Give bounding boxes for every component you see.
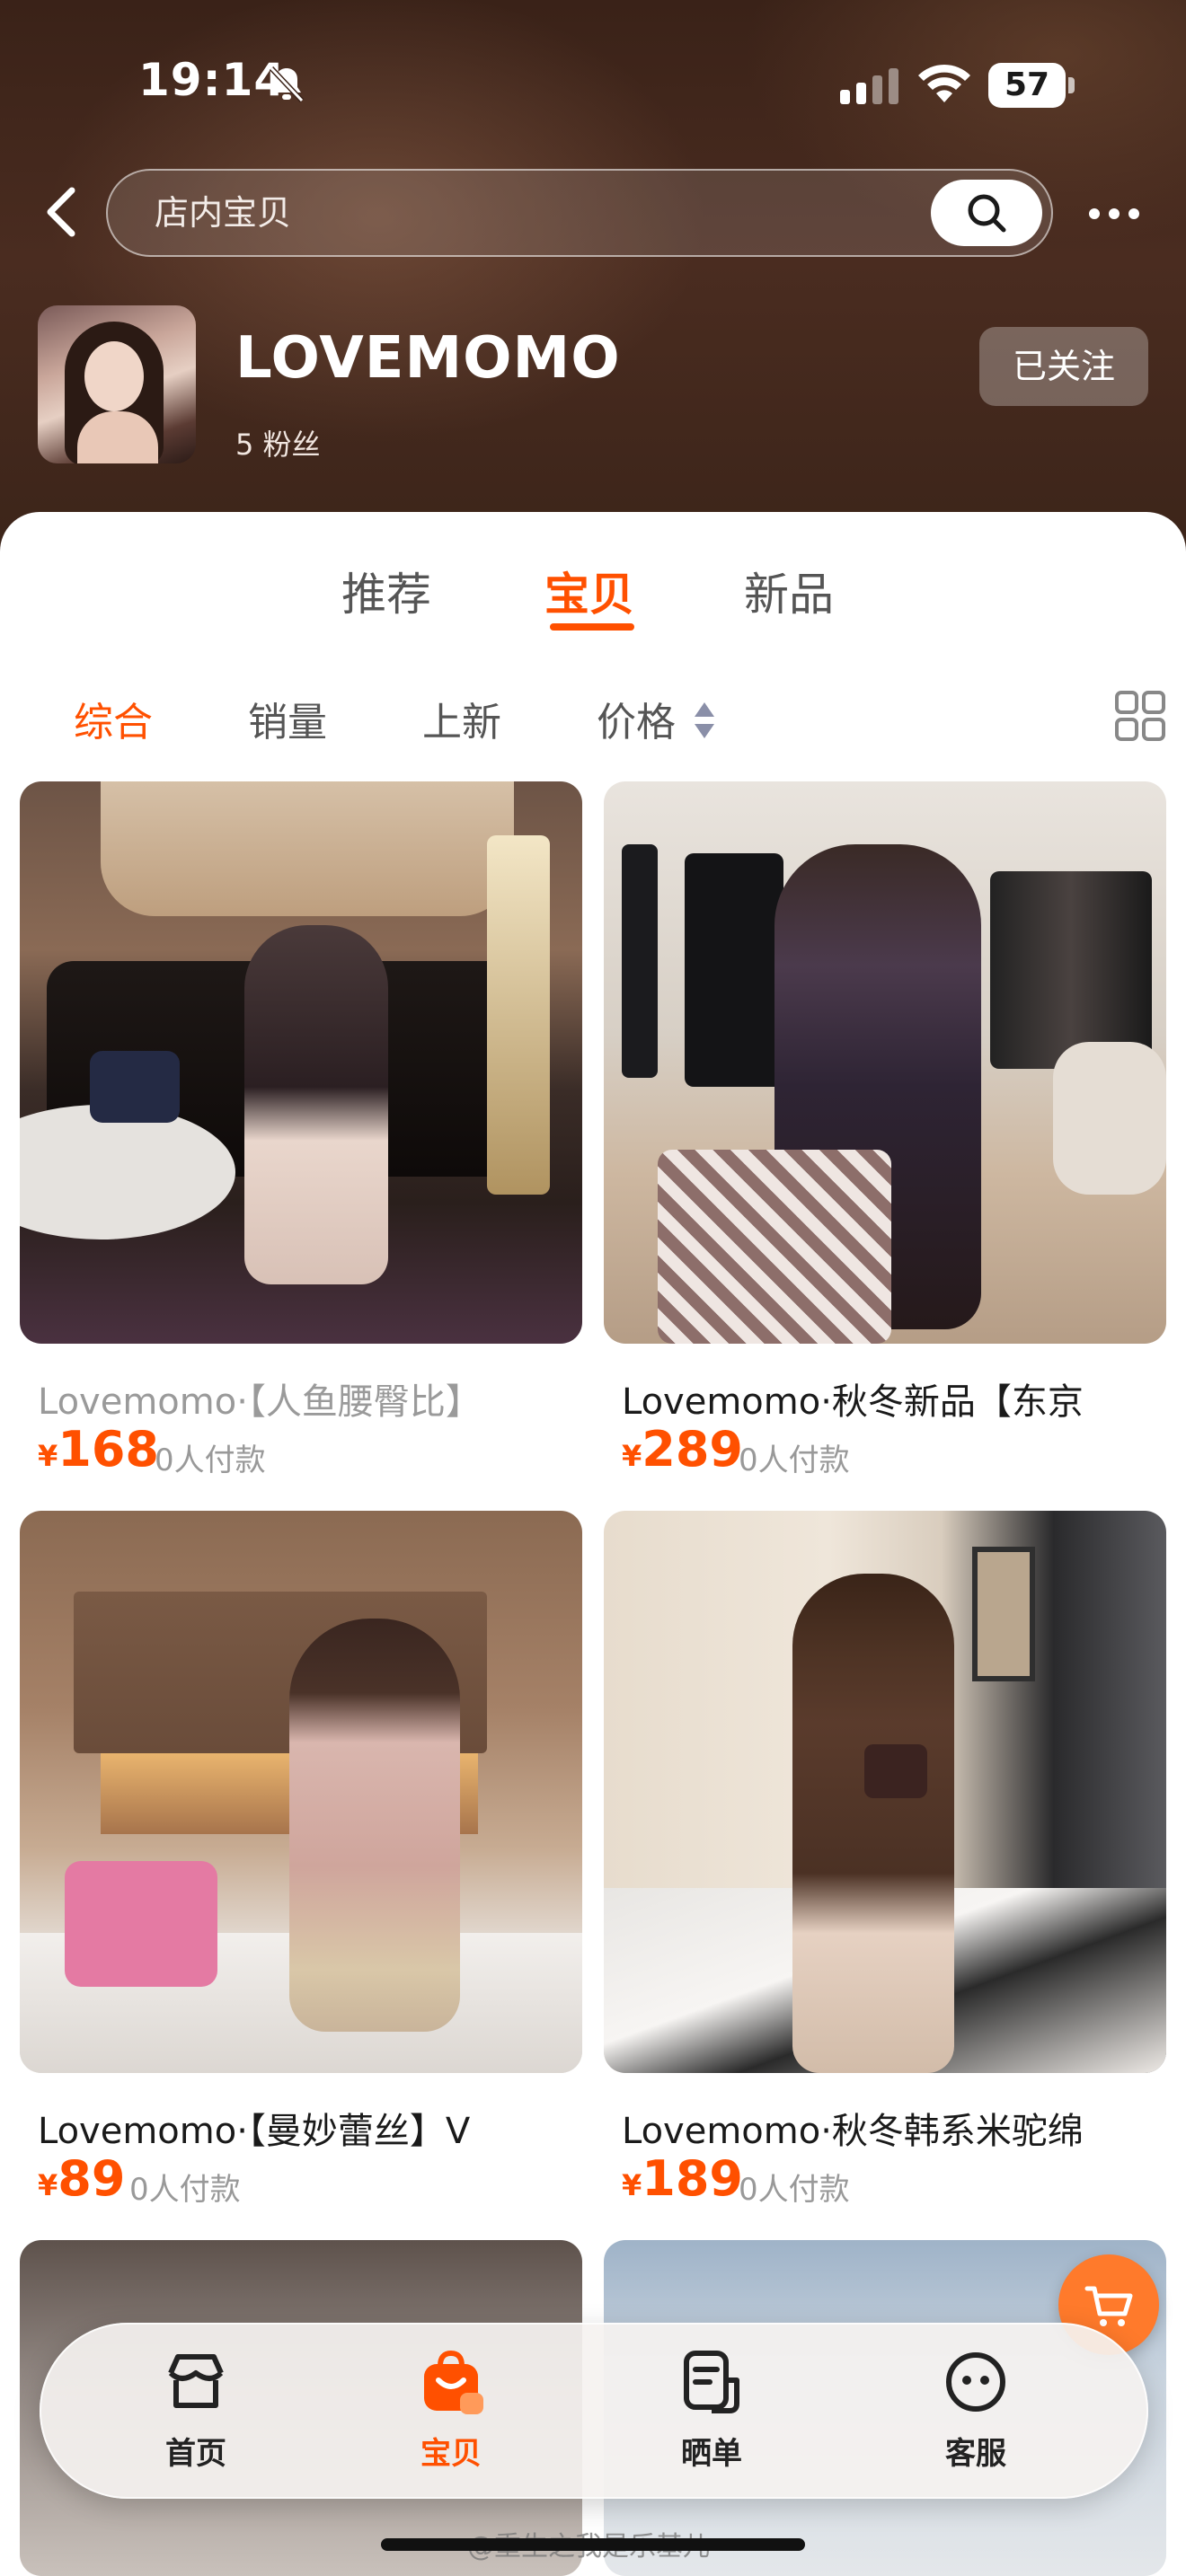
product-title[interactable]: Lovemomo·秋冬新品【东京 bbox=[622, 1372, 1161, 1425]
product-card[interactable]: Lovemomo·秋冬新品【东京 ¥289 0人付款 bbox=[604, 781, 1166, 1500]
product-sales: 0人付款 bbox=[739, 2172, 850, 2208]
nav-item-home[interactable]: 首页 bbox=[106, 2348, 286, 2483]
photo-pink-handbag bbox=[65, 1861, 217, 1987]
avatar-face bbox=[84, 341, 144, 411]
tab-new-arrivals[interactable]: 新品 bbox=[744, 559, 834, 623]
cellular-signal-icon bbox=[840, 68, 898, 104]
product-sales: 0人付款 bbox=[155, 1442, 266, 1478]
shop-icon bbox=[168, 2354, 224, 2408]
sort-price[interactable]: 价格 bbox=[597, 690, 676, 747]
photo-quilted-handbag bbox=[864, 1744, 927, 1798]
photo-floor-lamp bbox=[487, 835, 550, 1195]
product-title[interactable]: Lovemomo·秋冬韩系米驼绵 bbox=[622, 2102, 1161, 2154]
cart-icon bbox=[1084, 2286, 1133, 2326]
product-title[interactable]: Lovemomo·【人鱼腰臀比】 bbox=[38, 1372, 577, 1425]
product-price: ¥168 bbox=[38, 1421, 159, 1478]
tab-products[interactable]: 宝贝 bbox=[544, 559, 634, 623]
photo-coat-rack-right bbox=[990, 871, 1152, 1069]
nav-label: 晒单 bbox=[681, 2436, 742, 2472]
sort-comprehensive[interactable]: 综合 bbox=[74, 690, 153, 747]
shop-fans-count: 5 粉丝 bbox=[235, 428, 321, 462]
product-card[interactable]: Lovemomo·秋冬韩系米驼绵 ¥189 0人付款 bbox=[604, 1511, 1166, 2229]
price-value: 189 bbox=[642, 2150, 743, 2207]
bell-off-icon bbox=[269, 66, 305, 103]
sort-arrows-icon[interactable] bbox=[692, 701, 717, 740]
product-price: ¥289 bbox=[622, 1421, 743, 1478]
product-sales: 0人付款 bbox=[129, 2172, 241, 2208]
product-image[interactable] bbox=[604, 781, 1166, 1344]
shop-avatar[interactable] bbox=[38, 305, 196, 463]
more-options-icon[interactable] bbox=[1087, 205, 1141, 223]
photo-handbag bbox=[90, 1051, 180, 1123]
nav-item-products[interactable]: 宝贝 bbox=[361, 2348, 541, 2483]
bag-icon bbox=[424, 2350, 483, 2414]
nav-label: 客服 bbox=[945, 2436, 1006, 2472]
product-image[interactable] bbox=[20, 781, 582, 1344]
sort-sales[interactable]: 销量 bbox=[248, 690, 327, 747]
photo-armchair bbox=[1053, 1042, 1166, 1195]
tab-recommend[interactable]: 推荐 bbox=[341, 559, 431, 623]
shop-name: LOVEMOMO bbox=[235, 325, 621, 392]
currency-symbol: ¥ bbox=[38, 1439, 58, 1473]
photo-patterned-chair bbox=[658, 1150, 891, 1344]
status-bar: 19:14 57 bbox=[0, 0, 1186, 171]
product-price: ¥189 bbox=[622, 2150, 743, 2207]
search-button[interactable] bbox=[931, 180, 1042, 246]
review-icon bbox=[684, 2351, 739, 2413]
nav-label: 首页 bbox=[165, 2436, 226, 2472]
price-value: 168 bbox=[58, 1421, 159, 1478]
search-placeholder: 店内宝贝 bbox=[155, 193, 292, 233]
battery-level: 57 bbox=[988, 63, 1066, 108]
product-sales: 0人付款 bbox=[739, 1442, 850, 1478]
price-value: 89 bbox=[58, 2150, 126, 2207]
sort-newest[interactable]: 上新 bbox=[422, 690, 501, 747]
currency-symbol: ¥ bbox=[38, 2168, 58, 2202]
bottom-navigation: 首页 宝贝 晒单 客服 bbox=[40, 2323, 1148, 2499]
product-title[interactable]: Lovemomo·【曼妙蕾丝】V bbox=[38, 2102, 577, 2154]
photo-model bbox=[244, 925, 388, 1284]
photo-shelf-wall bbox=[101, 781, 514, 916]
product-image[interactable] bbox=[20, 1511, 582, 2073]
service-icon bbox=[946, 2352, 1005, 2412]
currency-symbol: ¥ bbox=[622, 1439, 642, 1473]
product-image[interactable] bbox=[604, 1511, 1166, 2073]
nav-item-reviews[interactable]: 晒单 bbox=[622, 2348, 801, 2483]
photo-model-brown-dress bbox=[792, 1574, 954, 2073]
status-time: 19:14 bbox=[138, 54, 287, 106]
photo-wall-art bbox=[972, 1547, 1035, 1681]
photo-black-coat bbox=[685, 853, 783, 1087]
shop-tabs: 推荐 宝贝 新品 bbox=[0, 512, 1186, 656]
product-price: ¥89 bbox=[38, 2150, 125, 2207]
shop-content: 推荐 宝贝 新品 综合 销量 上新 价格 Lovemomo·【人鱼腰臀比】 ¥1… bbox=[0, 512, 1186, 2576]
back-arrow-icon[interactable] bbox=[41, 185, 81, 239]
home-indicator[interactable] bbox=[381, 2538, 805, 2551]
photo-model-pink bbox=[289, 1619, 460, 2032]
nav-item-customer-service[interactable]: 客服 bbox=[886, 2348, 1066, 2483]
photo-coat-rack-left bbox=[622, 844, 658, 1078]
currency-symbol: ¥ bbox=[622, 2168, 642, 2202]
battery-indicator: 57 bbox=[988, 63, 1075, 108]
nav-label: 宝贝 bbox=[420, 2436, 482, 2472]
grid-view-toggle-icon[interactable] bbox=[1114, 690, 1166, 742]
price-value: 289 bbox=[642, 1421, 743, 1478]
sort-bar: 综合 销量 上新 价格 bbox=[0, 683, 1186, 763]
product-card[interactable]: Lovemomo·【曼妙蕾丝】V ¥89 0人付款 bbox=[20, 1511, 582, 2229]
search-input[interactable]: 店内宝贝 bbox=[106, 169, 1053, 257]
active-tab-underline bbox=[550, 623, 634, 631]
search-icon bbox=[968, 194, 1006, 233]
product-card[interactable]: Lovemomo·【人鱼腰臀比】 ¥168 0人付款 bbox=[20, 781, 582, 1500]
follow-button[interactable]: 已关注 bbox=[979, 327, 1148, 406]
battery-tip bbox=[1068, 77, 1075, 93]
wifi-icon bbox=[918, 64, 970, 102]
